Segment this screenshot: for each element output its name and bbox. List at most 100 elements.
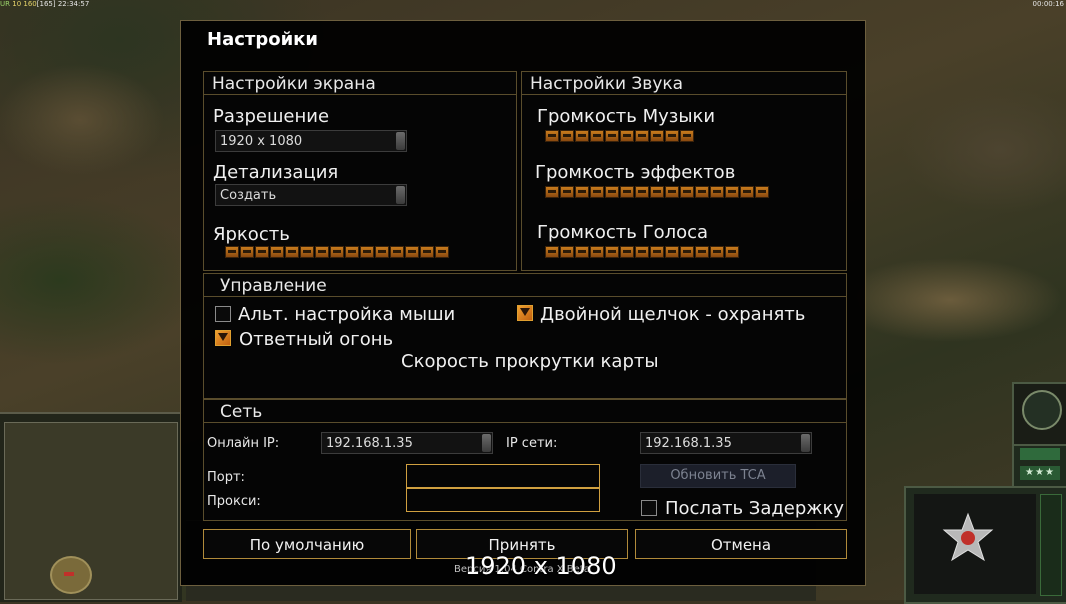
slider-segment[interactable]	[315, 246, 329, 258]
slider-segment[interactable]	[680, 186, 694, 198]
slider-segment[interactable]	[680, 130, 694, 142]
alt-mouse-checkbox[interactable]	[215, 306, 231, 322]
slider-segment[interactable]	[725, 186, 739, 198]
slider-segment[interactable]	[665, 246, 679, 258]
port-input[interactable]	[406, 464, 600, 488]
scroll-speed-label: Скорость прокрутки карты	[401, 351, 659, 372]
slider-segment[interactable]	[635, 246, 649, 258]
effects-volume-slider[interactable]	[545, 186, 769, 200]
portrait-frame	[914, 494, 1036, 594]
slider-segment[interactable]	[560, 130, 574, 142]
slider-segment[interactable]	[545, 130, 559, 142]
slider-segment[interactable]	[590, 246, 604, 258]
rank-stars-icon: ★★★	[1020, 466, 1060, 480]
slider-segment[interactable]	[345, 246, 359, 258]
slider-segment[interactable]	[590, 130, 604, 142]
sound-settings-group: Настройки Звука Громкость Музыки Громкос…	[521, 71, 847, 271]
slider-segment[interactable]	[545, 186, 559, 198]
slider-segment[interactable]	[695, 246, 709, 258]
rank-panel: ★★★	[1012, 444, 1066, 488]
slider-segment[interactable]	[605, 186, 619, 198]
slider-segment[interactable]	[285, 246, 299, 258]
resolution-value: 1920 x 1080	[220, 134, 303, 149]
slider-segment[interactable]	[710, 246, 724, 258]
slider-segment[interactable]	[405, 246, 419, 258]
radar-badge-icon	[50, 556, 92, 594]
slider-segment[interactable]	[255, 246, 269, 258]
slider-segment[interactable]	[635, 186, 649, 198]
detail-dropdown[interactable]: Создать	[215, 184, 407, 206]
music-volume-slider[interactable]	[545, 130, 694, 144]
dropdown-arrow-icon[interactable]	[396, 186, 405, 204]
slider-segment[interactable]	[575, 186, 589, 198]
hud-value-b: 160	[23, 0, 37, 8]
slider-segment[interactable]	[695, 186, 709, 198]
slider-segment[interactable]	[650, 246, 664, 258]
slider-segment[interactable]	[665, 186, 679, 198]
compass-panel[interactable]	[1012, 382, 1066, 446]
slider-segment[interactable]	[560, 186, 574, 198]
voice-volume-label: Громкость Голоса	[537, 222, 709, 243]
send-delay-checkbox[interactable]	[641, 500, 657, 516]
compass-icon[interactable]	[1022, 390, 1062, 430]
effects-volume-label: Громкость эффектов	[535, 162, 736, 183]
detail-label: Детализация	[213, 162, 339, 183]
dropdown-arrow-icon[interactable]	[801, 434, 810, 452]
slider-segment[interactable]	[375, 246, 389, 258]
hud-value-c: [165]	[36, 0, 56, 8]
default-button[interactable]: По умолчанию	[203, 529, 411, 559]
slider-segment[interactable]	[435, 246, 449, 258]
voice-volume-slider[interactable]	[545, 246, 739, 260]
lan-ip-dropdown[interactable]: 192.168.1.35	[640, 432, 812, 454]
rank-bar	[1040, 494, 1062, 596]
cancel-button[interactable]: Отмена	[635, 529, 847, 559]
slider-segment[interactable]	[650, 130, 664, 142]
settings-dialog: Настройки Настройки экрана Разрешение 19…	[180, 20, 866, 586]
slider-segment[interactable]	[710, 186, 724, 198]
slider-segment[interactable]	[300, 246, 314, 258]
rank-arrow-icon	[1020, 448, 1060, 460]
general-portrait	[904, 486, 1066, 604]
slider-segment[interactable]	[575, 246, 589, 258]
detail-value: Создать	[220, 188, 277, 203]
slider-segment[interactable]	[270, 246, 284, 258]
double-click-checkbox[interactable]	[517, 305, 533, 321]
update-tca-button[interactable]: Обновить TCA	[640, 464, 796, 488]
screen-settings-header: Настройки экрана	[204, 72, 516, 95]
network-header: Сеть	[204, 400, 846, 423]
dropdown-arrow-icon[interactable]	[482, 434, 491, 452]
slider-segment[interactable]	[420, 246, 434, 258]
slider-segment[interactable]	[240, 246, 254, 258]
slider-segment[interactable]	[605, 130, 619, 142]
game-timer: 00:00:16	[1032, 0, 1064, 8]
dropdown-arrow-icon[interactable]	[396, 132, 405, 150]
slider-segment[interactable]	[545, 246, 559, 258]
slider-segment[interactable]	[635, 130, 649, 142]
slider-segment[interactable]	[225, 246, 239, 258]
slider-segment[interactable]	[605, 246, 619, 258]
slider-segment[interactable]	[360, 246, 374, 258]
hud-mode: UR	[0, 0, 10, 8]
dialog-title: Настройки	[207, 29, 319, 50]
slider-segment[interactable]	[755, 186, 769, 198]
proxy-label: Прокси:	[207, 494, 261, 509]
slider-segment[interactable]	[560, 246, 574, 258]
online-ip-dropdown[interactable]: 192.168.1.35	[321, 432, 493, 454]
slider-segment[interactable]	[620, 246, 634, 258]
slider-segment[interactable]	[650, 186, 664, 198]
slider-segment[interactable]	[680, 246, 694, 258]
slider-segment[interactable]	[590, 186, 604, 198]
slider-segment[interactable]	[330, 246, 344, 258]
slider-segment[interactable]	[575, 130, 589, 142]
slider-segment[interactable]	[665, 130, 679, 142]
slider-segment[interactable]	[620, 186, 634, 198]
return-fire-checkbox[interactable]	[215, 330, 231, 346]
slider-segment[interactable]	[620, 130, 634, 142]
send-delay-label: Послать Задержку	[665, 498, 845, 519]
slider-segment[interactable]	[725, 246, 739, 258]
brightness-slider[interactable]	[225, 246, 449, 260]
slider-segment[interactable]	[390, 246, 404, 258]
proxy-input[interactable]	[406, 488, 600, 512]
slider-segment[interactable]	[740, 186, 754, 198]
resolution-dropdown[interactable]: 1920 x 1080	[215, 130, 407, 152]
